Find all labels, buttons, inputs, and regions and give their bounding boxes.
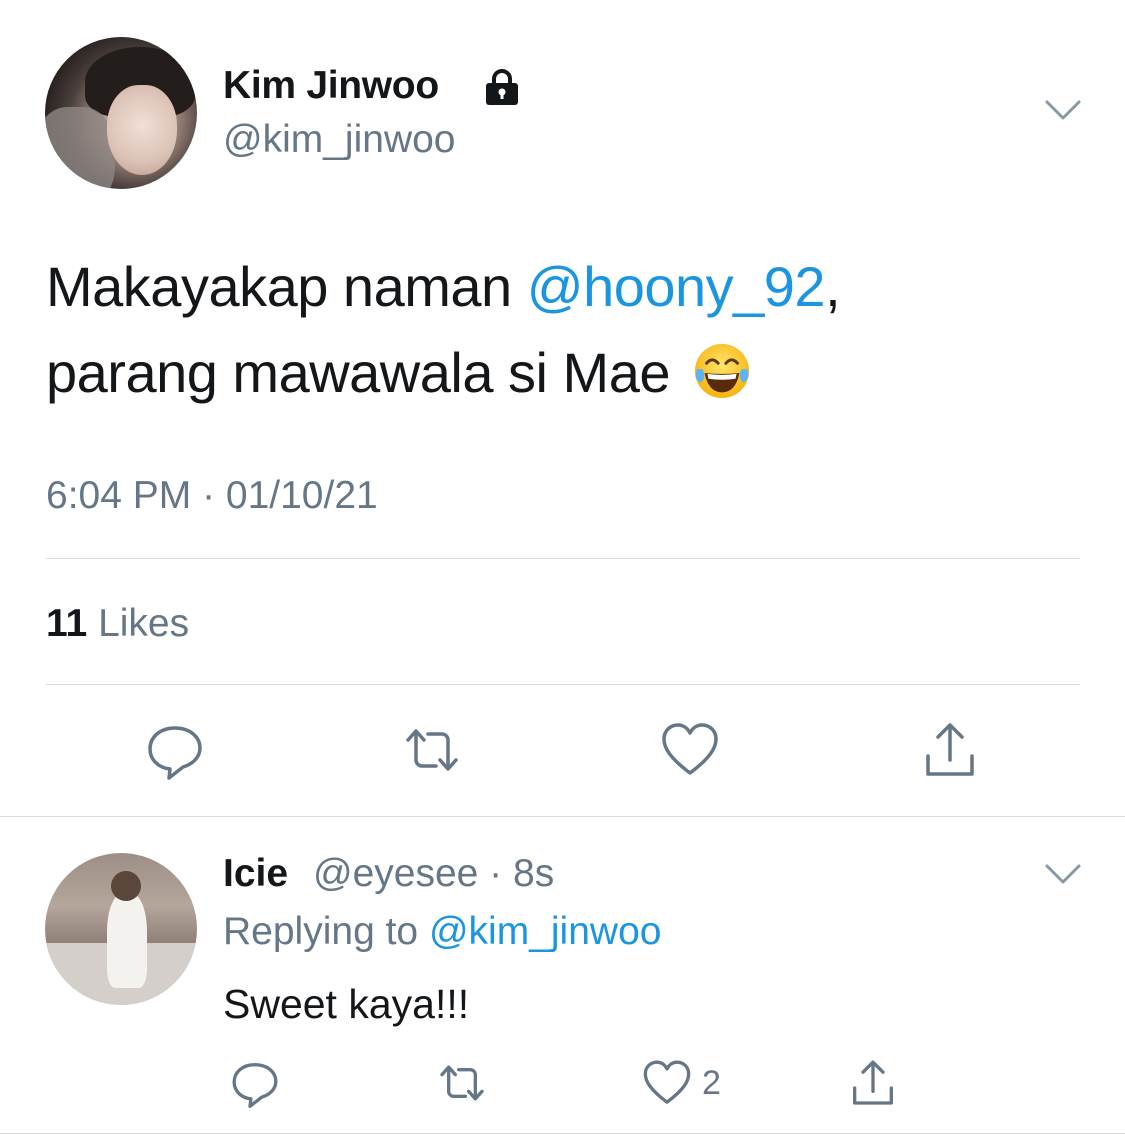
divider [46, 558, 1080, 559]
share-icon[interactable] [920, 720, 980, 780]
reply-icon[interactable] [230, 1058, 280, 1108]
reply-author-handle-time[interactable]: @eyesee · 8s [313, 852, 554, 896]
divider [0, 1133, 1125, 1134]
divider [0, 816, 1125, 817]
chevron-down-icon[interactable] [1043, 860, 1083, 888]
chevron-down-icon[interactable] [1043, 96, 1083, 124]
mention-link[interactable]: @hoony_92 [527, 255, 826, 318]
laughing-tears-emoji-icon [691, 340, 753, 402]
likes-count: 11 [46, 602, 88, 645]
likes-summary[interactable]: 11 Likes [46, 602, 189, 646]
author-display-name[interactable]: Kim Jinwoo [223, 64, 439, 108]
likes-label: Likes [98, 602, 190, 645]
reply-author-name[interactable]: Icie [223, 852, 288, 896]
author-handle[interactable]: @kim_jinwoo [223, 118, 456, 162]
retweet-icon[interactable] [402, 720, 462, 780]
share-icon[interactable] [848, 1058, 898, 1108]
author-avatar[interactable] [45, 37, 197, 189]
tweet-text: Makayakap naman @hoony_92, parang mawawa… [46, 244, 1086, 416]
replying-to-link[interactable]: @kim_jinwoo [429, 910, 662, 953]
tweet-text-part1: Makayakap naman [46, 255, 527, 318]
lock-icon [482, 68, 522, 108]
replying-to: Replying to @kim_jinwoo [223, 910, 661, 954]
retweet-icon[interactable] [437, 1058, 487, 1108]
replying-prefix: Replying to [223, 910, 429, 953]
reply-author-avatar[interactable] [45, 853, 197, 1005]
reply-like-count: 2 [702, 1064, 721, 1102]
tweet-text-line2: parang mawawala si Mae [46, 341, 670, 404]
heart-icon[interactable] [642, 1058, 692, 1108]
heart-icon[interactable] [660, 720, 720, 780]
tweet-text-part2: , [825, 255, 841, 318]
divider [46, 684, 1080, 685]
tweet-timestamp: 6:04 PM · 01/10/21 [46, 474, 378, 517]
reply-icon[interactable] [145, 720, 205, 780]
reply-text: Sweet kaya!!! [223, 981, 470, 1027]
